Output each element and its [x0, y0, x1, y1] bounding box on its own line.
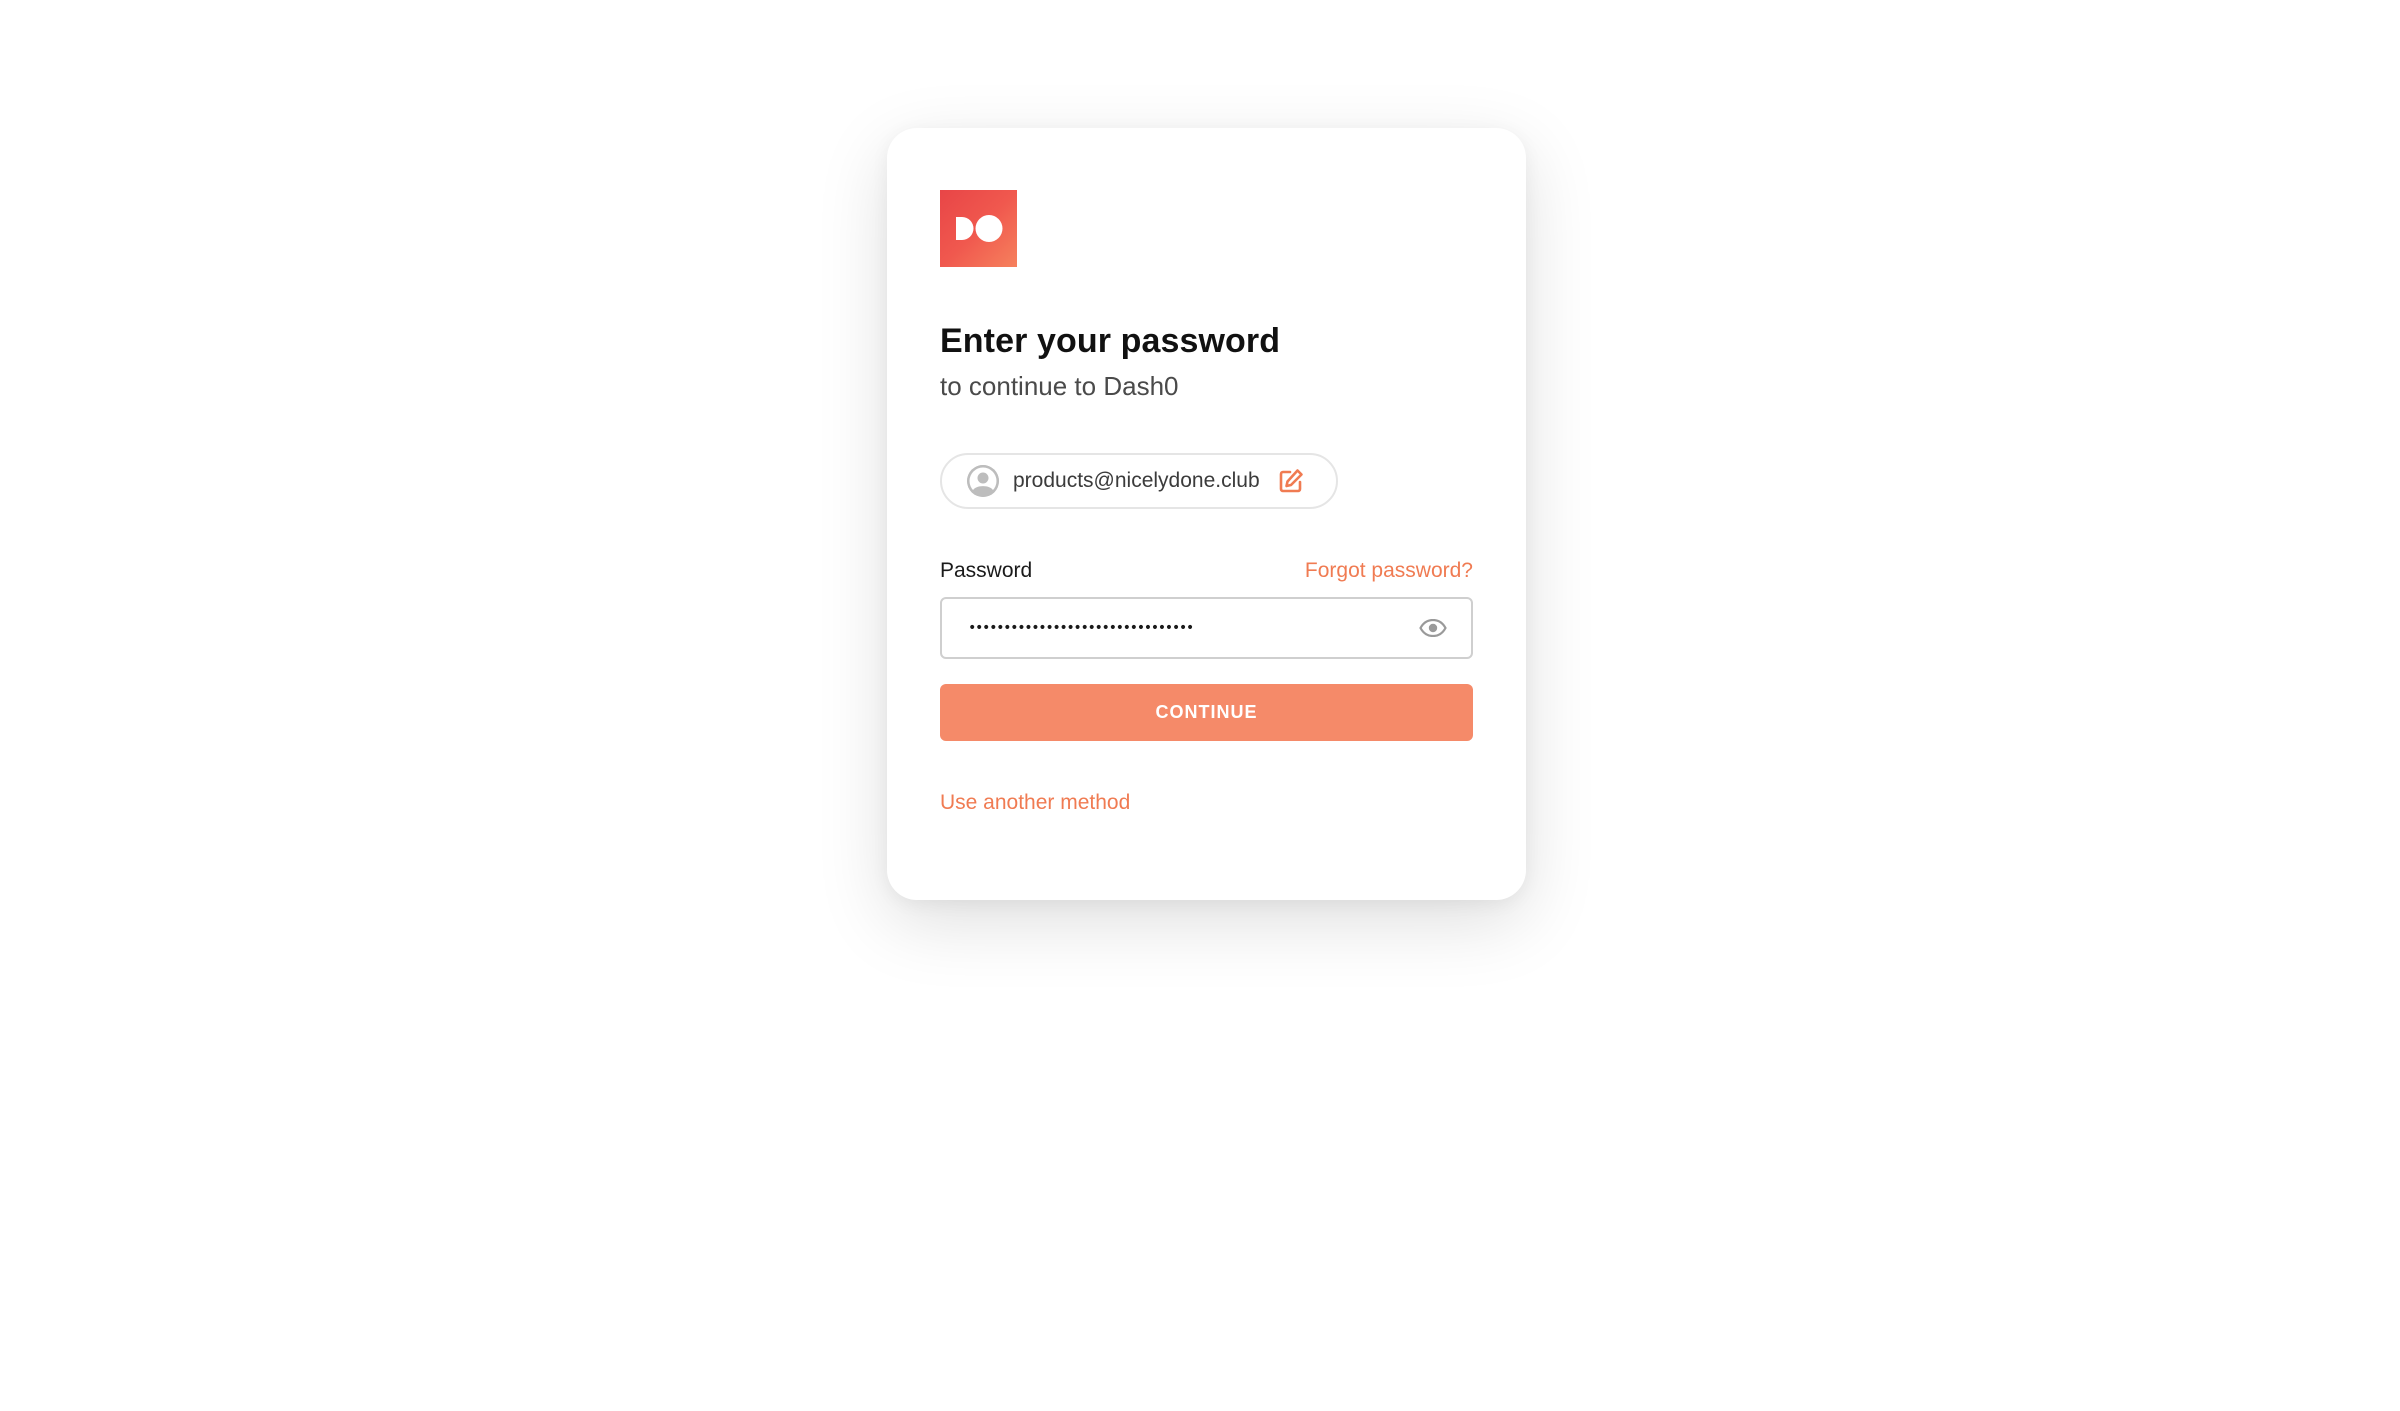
identity-chip: products@nicelydone.club [940, 453, 1338, 509]
eye-icon[interactable] [1419, 618, 1447, 638]
password-field [940, 597, 1473, 659]
page-title: Enter your password [940, 322, 1281, 360]
sign-in-card: Enter your password to continue to Dash0… [887, 128, 1526, 900]
identity-email: products@nicelydone.club [1013, 469, 1260, 492]
page: Enter your password to continue to Dash0… [0, 0, 2400, 1411]
user-avatar-icon [967, 465, 999, 497]
continue-button[interactable]: CONTINUE [940, 684, 1473, 741]
page-subtitle: to continue to Dash0 [940, 371, 1179, 401]
password-label: Password [940, 559, 1033, 582]
use-another-method-link[interactable]: Use another method [940, 791, 1130, 815]
password-input[interactable] [942, 599, 1408, 657]
forgot-password-link[interactable]: Forgot password? [1305, 559, 1473, 583]
dash0-logo-icon [940, 190, 1017, 267]
password-label-row: Password Forgot password? [940, 559, 1473, 585]
edit-icon[interactable] [1278, 468, 1304, 494]
